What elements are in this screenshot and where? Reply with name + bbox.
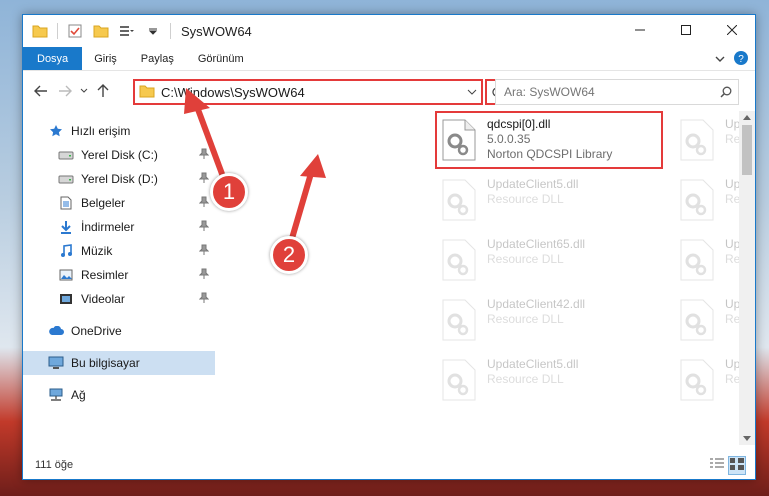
callout-2: 2 bbox=[270, 236, 308, 274]
arrow-1-head bbox=[184, 88, 210, 114]
callout-1: 1 bbox=[210, 173, 248, 211]
arrow-2-head bbox=[300, 154, 326, 178]
annotation-arrows bbox=[184, 88, 326, 253]
